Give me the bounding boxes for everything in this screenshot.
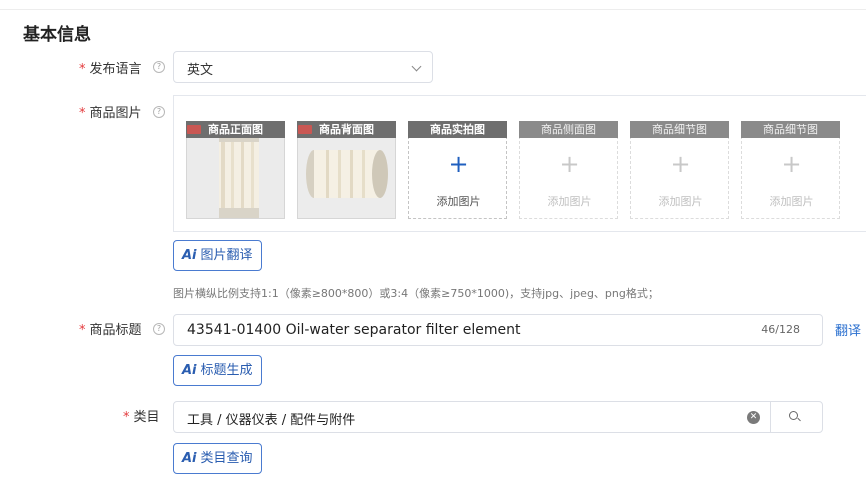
language-label-text: 发布语言 xyxy=(89,62,142,77)
required-mark: * xyxy=(79,323,86,338)
add-image-label: 添加图片 xyxy=(658,195,703,208)
help-icon[interactable]: ? xyxy=(153,323,165,335)
add-image-label: 添加图片 xyxy=(436,195,481,208)
add-image-label: 添加图片 xyxy=(547,195,592,208)
char-counter: 46/128 xyxy=(761,323,800,336)
slot-title: 商品细节图 xyxy=(630,121,729,138)
category-input[interactable]: 工具 / 仪器仪表 / 配件与附件 ✕ xyxy=(173,401,823,433)
product-title-input[interactable]: 43541-01400 Oil-water separator filter e… xyxy=(173,314,823,346)
language-select-value: 英文 xyxy=(187,63,214,78)
language-label: * 发布语言 xyxy=(79,58,142,77)
plus-icon: + xyxy=(781,150,802,178)
required-mark: * xyxy=(123,410,130,425)
title-label: * 商品标题 xyxy=(79,319,142,338)
plus-icon: + xyxy=(448,150,469,178)
section-title: 基本信息 xyxy=(23,25,91,45)
input-divider xyxy=(770,402,771,432)
image-slot-detail-1: + 添加图片 商品细节图 xyxy=(630,121,729,219)
title-label-text: 商品标题 xyxy=(89,323,142,338)
category-label-text: 类目 xyxy=(133,410,160,425)
required-mark: * xyxy=(79,62,86,77)
images-label-text: 商品图片 xyxy=(89,106,142,121)
translate-link[interactable]: 翻译 xyxy=(835,320,861,339)
image-translate-button[interactable]: Ai 图片翻译 xyxy=(173,240,262,271)
title-generate-button[interactable]: Ai 标题生成 xyxy=(173,355,262,386)
slot-title: 商品细节图 xyxy=(741,121,840,138)
top-divider xyxy=(0,9,866,10)
images-label: * 商品图片 xyxy=(79,102,142,121)
title-generate-label: 标题生成 xyxy=(200,363,253,378)
add-image-label: 添加图片 xyxy=(769,195,814,208)
chevron-down-icon xyxy=(411,61,422,72)
category-label: * 类目 xyxy=(123,406,160,425)
category-value: 工具 / 仪器仪表 / 配件与附件 xyxy=(187,413,356,428)
image-translate-label: 图片翻译 xyxy=(200,248,253,263)
plus-icon: + xyxy=(670,150,691,178)
help-icon[interactable]: ? xyxy=(153,61,165,73)
image-slot-side: + 添加图片 商品侧面图 xyxy=(519,121,618,219)
ai-icon: Ai xyxy=(182,248,197,263)
help-icon[interactable]: ? xyxy=(153,106,165,118)
image-format-hint: 图片横纵比例支持1:1（像素≥800*800）或3:4（像素≥750*1000)… xyxy=(173,287,659,300)
category-query-label: 类目查询 xyxy=(200,451,253,466)
clear-icon[interactable]: ✕ xyxy=(747,411,760,424)
search-icon[interactable] xyxy=(789,411,798,420)
plus-icon: + xyxy=(559,150,580,178)
image-slot-back[interactable]: 商品背面图 xyxy=(297,121,396,219)
slot-title: 商品实拍图 xyxy=(408,121,507,138)
language-select[interactable]: 英文 xyxy=(173,51,433,83)
image-slot-detail-2: + 添加图片 商品细节图 xyxy=(741,121,840,219)
ai-icon: Ai xyxy=(182,451,197,466)
slot-title: 商品侧面图 xyxy=(519,121,618,138)
badge-icon xyxy=(187,125,201,134)
badge-icon xyxy=(298,125,312,134)
image-slot-real[interactable]: + 添加图片 商品实拍图 xyxy=(408,121,507,219)
image-slot-front[interactable]: 商品正面图 xyxy=(186,121,285,219)
product-title-value: 43541-01400 Oil-water separator filter e… xyxy=(187,322,521,338)
required-mark: * xyxy=(79,106,86,121)
image-upload-panel: 商品正面图 商品背面图 + 添加图片 商品实拍图 + 添加图片 商品侧面图 + … xyxy=(173,95,866,232)
category-query-button[interactable]: Ai 类目查询 xyxy=(173,443,262,474)
ai-icon: Ai xyxy=(182,363,197,378)
